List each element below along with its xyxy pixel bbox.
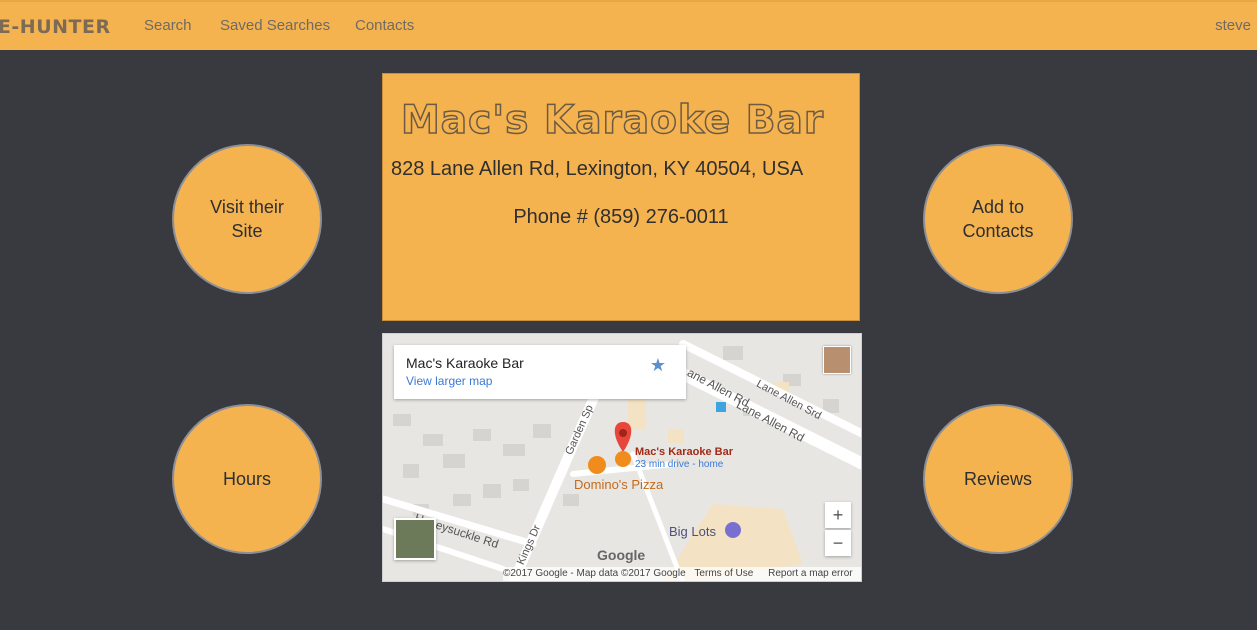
visit-site-label: Visit their Site [210,197,284,241]
map-info-title: Mac's Karaoke Bar [406,355,524,371]
nav-link-contacts[interactable]: Contacts [355,17,414,34]
map-poi-big-lots[interactable]: Big Lots [669,524,716,539]
map-footer: ©2017 Google - Map data ©2017 Google Ter… [503,567,861,581]
venue-title: Mac's Karaoke Bar [400,97,825,144]
google-logo: Google [597,547,646,563]
map-copyright: ©2017 Google - Map data ©2017 Google [503,568,686,579]
venue-info-card: Mac's Karaoke Bar 828 Lane Allen Rd, Lex… [382,73,860,321]
map-poi-dominos[interactable]: Domino's Pizza [574,477,663,492]
map-pin-label[interactable]: Mac's Karaoke Bar [635,446,733,458]
venue-phone: Phone # (859) 276-0011 [513,206,729,228]
embedded-map[interactable]: Mac's Karaoke Bar 23 min drive - home Do… [382,333,862,582]
hours-label: Hours [222,469,271,489]
visit-site-button[interactable]: Visit their Site [172,144,322,294]
hours-button[interactable]: Hours [172,404,322,554]
add-to-contacts-button[interactable]: Add to Contacts [923,144,1073,294]
save-star-icon[interactable]: ★ [650,355,666,376]
reviews-button[interactable]: Reviews [923,404,1073,554]
reviews-label: Reviews [963,469,1033,489]
zoom-out-button[interactable]: − [825,530,851,556]
report-map-error-link[interactable]: Report a map error [768,568,852,579]
brand-logo[interactable]: UE-HUNTER [0,16,111,38]
map-pin-sublabel: 23 min drive - home [635,459,724,470]
nav-link-saved-searches[interactable]: Saved Searches [220,17,330,34]
satellite-toggle[interactable] [394,518,436,560]
view-larger-map-link[interactable]: View larger map [406,374,492,388]
map-info-card: Mac's Karaoke Bar View larger map ★ [394,345,686,399]
terms-of-use-link[interactable]: Terms of Use [694,568,753,579]
user-name[interactable]: steve [1215,17,1251,34]
nav-link-search[interactable]: Search [144,17,192,34]
top-navbar: UE-HUNTER Search Saved Searches Contacts… [0,0,1257,50]
venue-address: 828 Lane Allen Rd, Lexington, KY 40504, … [391,158,804,180]
zoom-in-button[interactable]: + [825,502,851,528]
add-to-contacts-label: Add to Contacts [962,197,1034,241]
user-avatar[interactable] [823,346,851,374]
